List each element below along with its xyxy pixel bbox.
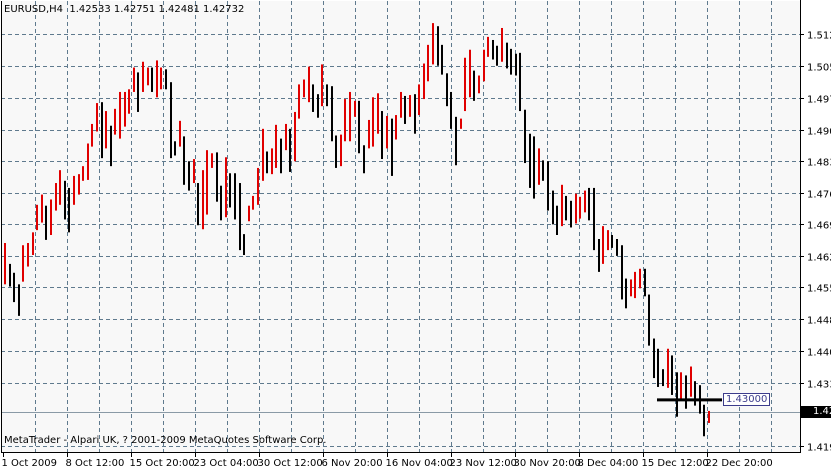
y-tick-label: 1.50510 [807,63,831,74]
ohlc-high: 1.42751 [113,4,156,15]
y-tick-label: 1.44810 [807,316,831,327]
ohlc-close: 1.42732 [203,4,245,15]
symbol-timeframe: EURUSD,H4 [4,4,64,15]
y-tick-label: 1.46230 [807,253,831,264]
current-price-label: 1.42732 [801,406,831,418]
y-tick-label: 1.41970 [807,443,831,454]
x-tick-label: 8 Oct 12:00 [66,458,125,469]
y-tick-label: 1.47650 [807,190,831,201]
chart-header: EURUSD,H4 1.42533 1.42751 1.42481 1.4273… [4,4,244,16]
copyright-footer: MetaTrader - Alpari UK, ? 2001-2009 Meta… [4,435,327,446]
y-tick-label: 1.46950 [807,221,831,232]
y-tick-label: 1.43390 [807,380,831,391]
y-tick-label: 1.49790 [807,95,831,106]
x-tick-label: 23 Oct 04:00 [194,458,259,469]
price-chart[interactable]: 1.51230 1.50510 1.49790 1.49070 1.48370 1.476… [0,0,831,469]
x-tick-label: 22 Dec 20:00 [706,458,773,469]
ohlc-open: 1.42533 [69,4,111,15]
x-tick-label: 6 Nov 20:00 [322,458,383,469]
x-tick-label: 15 Dec 12:00 [642,458,709,469]
y-tick-label: 1.49070 [807,127,831,138]
x-tick-label: 30 Oct 12:00 [258,458,323,469]
y-tick-label: 1.51230 [807,31,831,42]
y-tick-label: 1.45530 [807,284,831,295]
y-tick-label: 1.48370 [807,158,831,169]
x-tick-label: 23 Nov 12:00 [450,458,517,469]
x-tick-label: 30 Nov 20:00 [514,458,581,469]
y-tick-label: 1.44090 [807,348,831,359]
ohlc-low: 1.42481 [158,4,200,15]
x-tick-label: 15 Oct 20:00 [130,458,195,469]
x-tick-label: 8 Dec 04:00 [578,458,639,469]
price-axis[interactable]: 1.51230 1.50510 1.49790 1.49070 1.48370 1.476… [800,31,831,454]
x-tick-label: 16 Nov 04:00 [386,458,453,469]
x-tick-label: 1 Oct 2009 [2,458,57,469]
horizontal-level-label[interactable]: 1.43000 [723,392,771,406]
time-axis[interactable]: 1 Oct 2009 8 Oct 12:00 15 Oct 20:0023 Oct … [2,452,773,469]
